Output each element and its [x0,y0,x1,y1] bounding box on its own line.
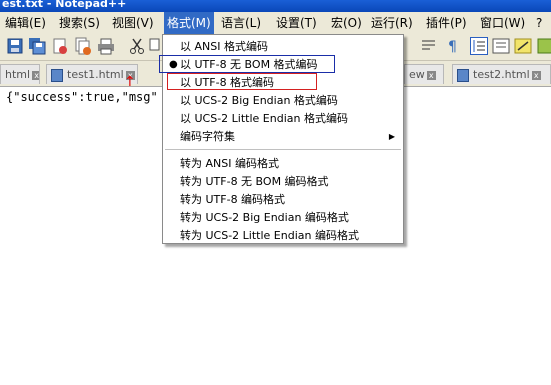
menu-item-convert-utf8[interactable]: 转为 UTF-8 编码格式 [163,191,403,208]
menu-run[interactable]: 运行(R) [368,12,416,34]
menu-item-convert-ucs2-le[interactable]: 转为 UCS-2 Little Endian 编码格式 [163,227,403,244]
menu-item-convert-utf8-no-bom[interactable]: 转为 UTF-8 无 BOM 编码格式 [163,173,403,190]
svg-text:¶: ¶ [448,39,457,55]
menu-item-label: 转为 UTF-8 无 BOM 编码格式 [180,175,329,188]
cut-icon[interactable] [128,37,146,55]
menu-item-label: 转为 UCS-2 Big Endian 编码格式 [180,211,349,224]
print-icon[interactable] [97,37,115,55]
blue-highlight-box [159,55,335,73]
close-file-icon[interactable] [51,37,69,55]
submenu-arrow-icon: ▶ [388,132,395,141]
menu-help[interactable]: ? [533,12,545,34]
menu-item-label: 以 UCS-2 Big Endian 格式编码 [180,94,338,107]
close-icon[interactable]: x [426,70,436,80]
menu-plugins[interactable]: 插件(P) [423,12,470,34]
menu-item-ucs2-le[interactable]: 以 UCS-2 Little Endian 格式编码 [163,110,403,127]
menu-item-convert-ucs2-be[interactable]: 转为 UCS-2 Big Endian 编码格式 [163,209,403,226]
menu-item-charset[interactable]: 编码字符集 ▶ [163,128,403,145]
tab-label: html [5,68,31,81]
menu-settings[interactable]: 设置(T) [273,12,320,34]
menu-item-ucs2-be[interactable]: 以 UCS-2 Big Endian 格式编码 [163,92,403,109]
code-line-1: {"success":true,"msg" [6,90,158,104]
tab-label: ew [409,68,425,81]
menu-window[interactable]: 窗口(W) [477,12,528,34]
menu-format[interactable]: 格式(M) [164,12,214,34]
macro-play-icon[interactable] [537,37,551,55]
menu-item-label: 以 UCS-2 Little Endian 格式编码 [180,112,348,125]
window-title: est.txt - Notepad++ [2,0,127,10]
file-icon [51,68,63,82]
menu-item-label: 以 ANSI 格式编码 [180,40,268,53]
tab-test2[interactable]: test2.html x [452,64,551,84]
tab-ew[interactable]: ew x [404,64,444,84]
menu-item-label: 转为 UCS-2 Little Endian 编码格式 [180,229,359,242]
menu-item-utf8-no-bom[interactable]: ● 以 UTF-8 无 BOM 格式编码 [159,55,403,73]
close-icon[interactable]: x [531,70,541,80]
file-icon [457,68,469,82]
menu-view[interactable]: 视图(V) [109,12,157,34]
macro-record-icon[interactable] [514,37,532,55]
menu-item-label: 转为 ANSI 编码格式 [180,157,279,170]
tab-html[interactable]: html x [0,64,40,84]
pilcrow-icon[interactable]: ¶ [444,37,462,55]
indent-guide-icon[interactable] [470,37,488,55]
close-all-icon[interactable] [74,37,92,55]
menu-separator [165,149,401,150]
wrap-icon[interactable] [420,37,438,55]
tab-label: test2.html [473,68,530,81]
format-menu: 以 ANSI 格式编码 ● 以 UTF-8 无 BOM 格式编码 以 UTF-8… [159,34,404,244]
menu-bar: 编辑(E) 搜索(S) 视图(V) 格式(M) 语言(L) 设置(T) 宏(O)… [0,12,551,34]
save-icon[interactable] [6,37,24,55]
save-all-icon[interactable] [28,37,46,55]
red-highlight-box [167,73,317,90]
menu-item-ansi[interactable]: 以 ANSI 格式编码 [163,38,403,55]
title-bar: est.txt - Notepad++ [0,0,551,12]
menu-item-utf8[interactable]: 以 UTF-8 格式编码 [163,73,403,91]
folder-view-icon[interactable] [492,37,510,55]
menu-item-label: 编码字符集 [180,130,235,143]
menu-macro[interactable]: 宏(O) [328,12,365,34]
menu-language[interactable]: 语言(L) [218,12,264,34]
close-icon[interactable]: x [32,70,39,80]
menu-edit[interactable]: 编辑(E) [2,12,49,34]
menu-item-convert-ansi[interactable]: 转为 ANSI 编码格式 [163,155,403,172]
menu-item-label: 转为 UTF-8 编码格式 [180,193,286,206]
menu-search[interactable]: 搜索(S) [56,12,103,34]
tab-label: test1.html [67,68,124,81]
